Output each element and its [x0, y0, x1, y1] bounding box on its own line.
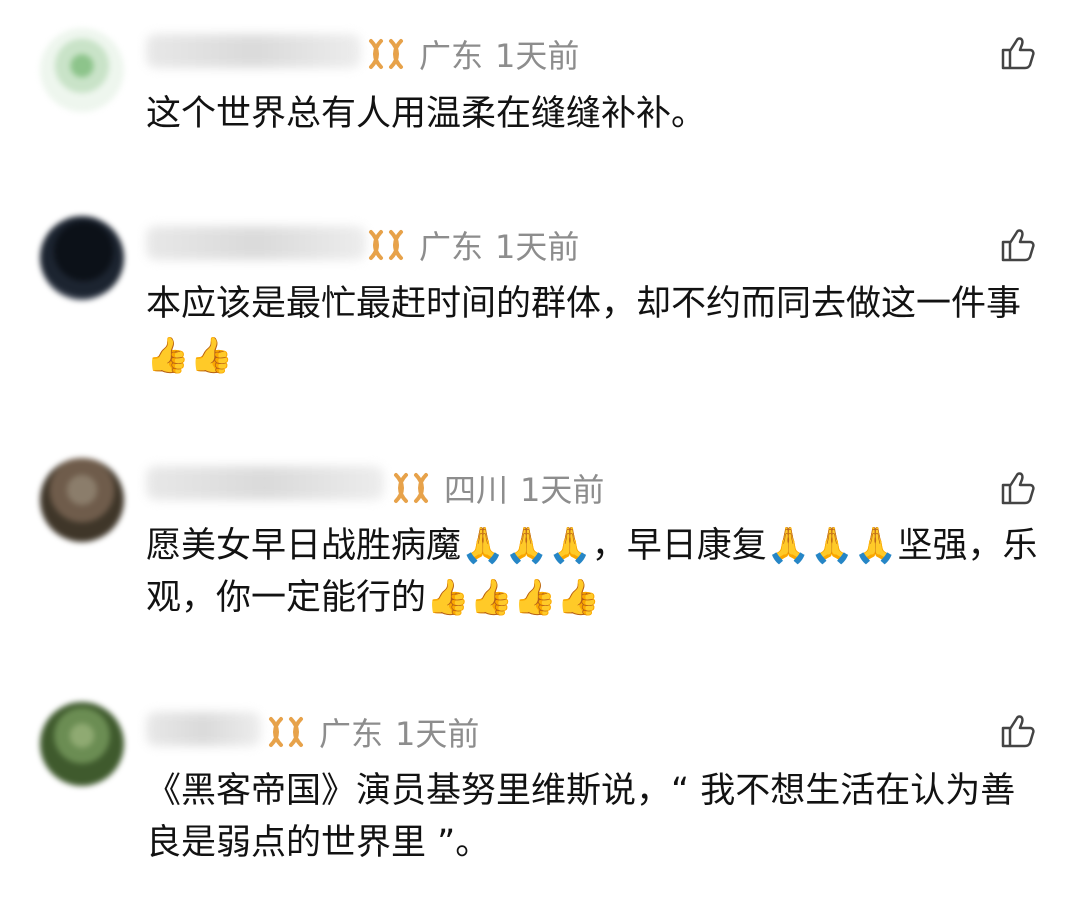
- comment-text: 这个世界总有人用温柔在缝缝补补。: [146, 94, 707, 134]
- comment-location: 广东: [319, 715, 384, 753]
- thumbs-up-icon[interactable]: [998, 468, 1038, 508]
- comment-time: 1天前: [495, 37, 580, 75]
- comment-meta: 四川 1天前: [390, 465, 604, 511]
- username[interactable]: [146, 34, 361, 68]
- username[interactable]: [146, 712, 261, 746]
- gold-knot-icon: [265, 711, 307, 753]
- comment-meta: 广东 1天前: [365, 31, 579, 77]
- avatar[interactable]: [40, 216, 124, 300]
- gold-knot-icon: [365, 224, 407, 266]
- comment-time: 1天前: [520, 471, 605, 509]
- comment-location: 广东: [419, 37, 484, 75]
- comment-list: 广东 1天前 这个世界总有人用温柔在缝缝补补。 广东 1天前 本应该是最忙最赶时…: [0, 0, 1080, 897]
- gold-knot-icon: [390, 467, 432, 509]
- thumbs-up-icon[interactable]: [998, 33, 1038, 73]
- comment-time: 1天前: [395, 715, 480, 753]
- avatar[interactable]: [40, 702, 124, 786]
- username[interactable]: [146, 466, 384, 500]
- username[interactable]: [146, 226, 366, 260]
- avatar[interactable]: [40, 28, 124, 112]
- comment-location: 四川: [444, 471, 509, 509]
- comment-text: 《黑客帝国》演员基努里维斯说，“ 我不想生活在认为善良是弱点的世界里 ”。: [146, 771, 1016, 863]
- avatar[interactable]: [40, 458, 124, 542]
- gold-knot-icon: [365, 33, 407, 75]
- comment-text: 愿美女早日战胜病魔🙏🙏🙏，早日康复🙏🙏🙏坚强，乐观，你一定能行的👍👍👍👍: [146, 526, 1038, 618]
- comment-time: 1天前: [495, 228, 580, 266]
- comment-meta: 广东 1天前: [365, 222, 579, 268]
- thumbs-up-icon[interactable]: [998, 711, 1038, 751]
- comment-text: 本应该是最忙最赶时间的群体，却不约而同去做这一件事👍👍: [146, 284, 1022, 376]
- comment-location: 广东: [419, 228, 484, 266]
- comment-meta: 广东 1天前: [265, 709, 479, 755]
- thumbs-up-icon[interactable]: [998, 225, 1038, 265]
